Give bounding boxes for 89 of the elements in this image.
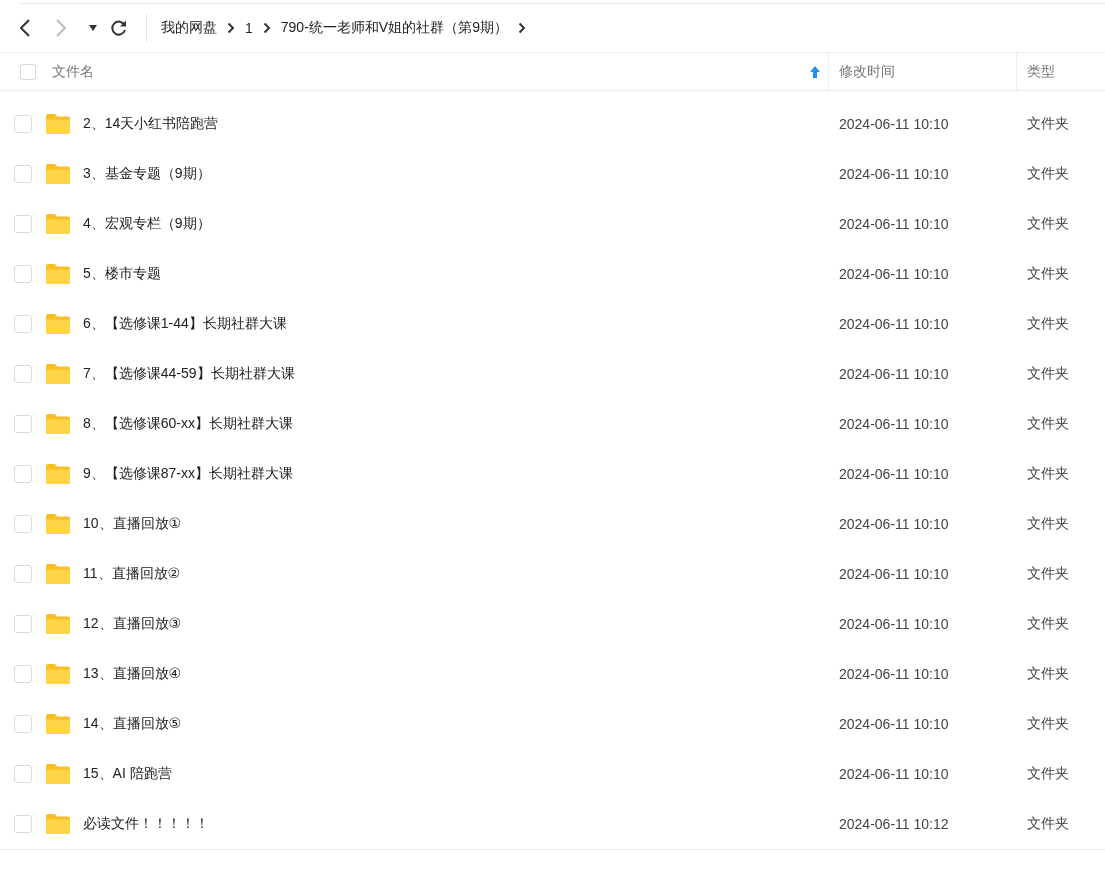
row-checkbox[interactable] (14, 265, 32, 283)
file-name[interactable]: 4、宏观专栏（9期） (83, 215, 839, 233)
folder-icon (45, 563, 71, 585)
folder-icon (45, 213, 71, 235)
folder-icon (45, 463, 71, 485)
file-type: 文件夹 (1027, 715, 1069, 733)
folder-icon (45, 713, 71, 735)
folder-icon (45, 413, 71, 435)
file-type: 文件夹 (1027, 215, 1069, 233)
file-name[interactable]: 必读文件！！！！！ (83, 815, 839, 833)
row-checkbox[interactable] (14, 765, 32, 783)
file-name[interactable]: 2、14天小红书陪跑营 (83, 115, 839, 133)
folder-icon (45, 763, 71, 785)
modified-time: 2024-06-11 10:10 (839, 766, 950, 782)
file-type: 文件夹 (1027, 165, 1069, 183)
chevron-right-icon (262, 22, 271, 34)
file-type: 文件夹 (1027, 465, 1069, 483)
back-icon[interactable] (18, 18, 32, 38)
file-name[interactable]: 14、直播回放⑤ (83, 715, 839, 733)
file-name[interactable]: 12、直播回放③ (83, 615, 839, 633)
row-checkbox[interactable] (14, 165, 32, 183)
row-checkbox[interactable] (14, 615, 32, 633)
file-type: 文件夹 (1027, 415, 1069, 433)
modified-time: 2024-06-11 10:10 (839, 416, 950, 432)
column-header[interactable]: 修改时间 (839, 62, 895, 81)
modified-time: 2024-06-11 10:10 (839, 616, 950, 632)
row-checkbox[interactable] (14, 815, 32, 833)
sort-ascending-icon[interactable] (810, 65, 820, 78)
dropdown-caret-icon[interactable] (88, 24, 98, 32)
folder-icon (45, 813, 71, 835)
modified-time: 2024-06-11 10:10 (839, 666, 950, 682)
file-name[interactable]: 15、AI 陪跑营 (83, 765, 839, 783)
modified-time: 2024-06-11 10:10 (839, 316, 950, 332)
breadcrumb-link[interactable]: 1 (245, 20, 253, 36)
file-type: 文件夹 (1027, 115, 1069, 133)
file-type: 文件夹 (1027, 265, 1069, 283)
select-all-checkbox[interactable] (20, 63, 36, 80)
file-type: 文件夹 (1027, 565, 1069, 583)
row-checkbox[interactable] (14, 465, 32, 483)
modified-time: 2024-06-11 10:10 (839, 266, 950, 282)
file-name[interactable]: 6、【选修课1-44】长期社群大课 (83, 315, 839, 333)
modified-time: 2024-06-11 10:10 (839, 116, 950, 132)
file-name[interactable]: 10、直播回放① (83, 515, 839, 533)
modified-time: 2024-06-11 10:10 (839, 366, 950, 382)
file-type: 文件夹 (1027, 365, 1069, 383)
row-checkbox[interactable] (14, 415, 32, 433)
row-checkbox[interactable] (14, 515, 32, 533)
row-checkbox[interactable] (14, 315, 32, 333)
chevron-right-icon (517, 22, 526, 34)
row-checkbox[interactable] (14, 365, 32, 383)
modified-time: 2024-06-11 10:10 (839, 516, 950, 532)
folder-icon (45, 513, 71, 535)
folder-icon (45, 263, 71, 285)
column-header[interactable]: 文件名 (52, 62, 94, 81)
file-type: 文件夹 (1027, 815, 1069, 833)
modified-time: 2024-06-11 10:10 (839, 566, 950, 582)
file-name[interactable]: 11、直播回放② (83, 565, 839, 583)
file-type: 文件夹 (1027, 615, 1069, 633)
folder-icon (45, 363, 71, 385)
folder-icon (45, 663, 71, 685)
row-checkbox[interactable] (14, 715, 32, 733)
chevron-right-icon (227, 22, 235, 34)
file-type: 文件夹 (1027, 765, 1069, 783)
folder-icon (45, 163, 71, 185)
modified-time: 2024-06-11 10:10 (839, 216, 950, 232)
file-name[interactable]: 8、【选修课60-xx】长期社群大课 (83, 415, 839, 433)
file-name[interactable]: 7、【选修课44-59】长期社群大课 (83, 365, 839, 383)
folder-icon (45, 313, 71, 335)
column-header[interactable]: 类型 (1027, 62, 1055, 81)
modified-time: 2024-06-11 10:10 (839, 166, 950, 182)
file-type: 文件夹 (1027, 315, 1069, 333)
modified-time: 2024-06-11 10:12 (839, 816, 950, 832)
file-name[interactable]: 9、【选修课87-xx】长期社群大课 (83, 465, 839, 483)
row-checkbox[interactable] (14, 565, 32, 583)
folder-icon (45, 613, 71, 635)
file-name[interactable]: 5、楼市专题 (83, 265, 839, 283)
row-checkbox[interactable] (14, 215, 32, 233)
row-checkbox[interactable] (14, 115, 32, 133)
file-name[interactable]: 13、直播回放④ (83, 665, 839, 683)
folder-icon (45, 113, 71, 135)
modified-time: 2024-06-11 10:10 (839, 466, 950, 482)
modified-time: 2024-06-11 10:10 (839, 716, 950, 732)
row-checkbox[interactable] (14, 665, 32, 683)
breadcrumb-link[interactable]: 790-统一老师和V姐的社群（第9期） (280, 19, 508, 37)
file-type: 文件夹 (1027, 665, 1069, 683)
refresh-icon[interactable] (110, 19, 128, 37)
file-type: 文件夹 (1027, 515, 1069, 533)
file-name[interactable]: 3、基金专题（9期） (83, 165, 839, 183)
breadcrumb-link[interactable]: 我的网盘 (161, 19, 217, 37)
